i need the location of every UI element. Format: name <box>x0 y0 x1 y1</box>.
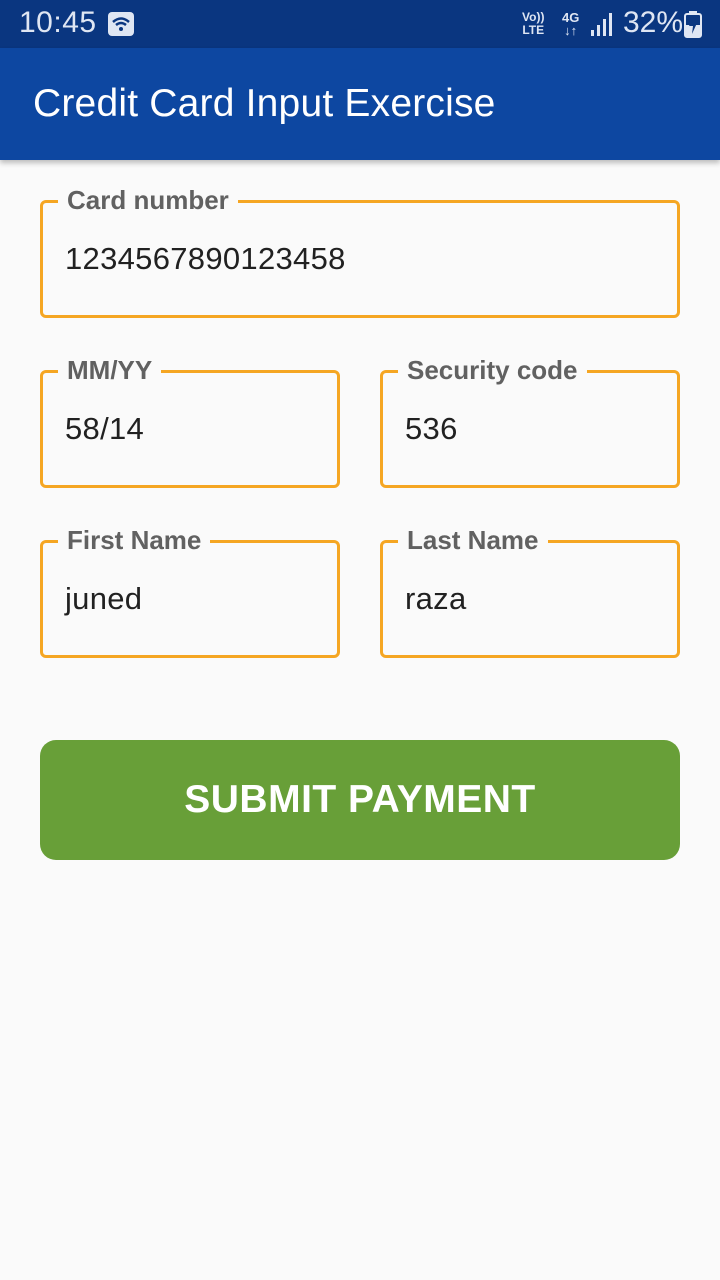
battery-charging-icon <box>684 11 702 38</box>
last-name-input[interactable]: raza <box>405 581 467 617</box>
network-4g-icon: 4G ↓↑ <box>562 11 579 37</box>
expiry-field[interactable]: MM/YY 58/14 <box>40 353 340 488</box>
security-code-field[interactable]: Security code 536 <box>380 353 680 488</box>
page-title: Credit Card Input Exercise <box>33 82 496 125</box>
first-name-label: First Name <box>58 523 211 557</box>
volte-bottom-text: LTE <box>522 23 545 37</box>
first-name-input[interactable]: juned <box>65 581 142 617</box>
network-arrows-text: ↓↑ <box>564 23 578 38</box>
card-number-field[interactable]: Card number 1234567890123458 <box>40 183 680 318</box>
first-name-field[interactable]: First Name juned <box>40 523 340 658</box>
expiry-label: MM/YY <box>58 353 162 387</box>
card-number-label: Card number <box>58 183 238 217</box>
app-bar: Credit Card Input Exercise <box>0 48 720 160</box>
security-code-input[interactable]: 536 <box>405 411 458 447</box>
signal-icon <box>591 13 612 36</box>
status-bar: 10:45 Vo)) LTE 4G ↓↑ 32% <box>0 0 720 48</box>
security-code-label: Security code <box>398 353 587 387</box>
submit-payment-button[interactable]: SUBMIT PAYMENT <box>40 740 680 860</box>
volte-icon: Vo)) LTE <box>522 11 544 37</box>
last-name-field[interactable]: Last Name raza <box>380 523 680 658</box>
wifi-icon <box>108 12 134 36</box>
expiry-input[interactable]: 58/14 <box>65 411 144 447</box>
battery-percent: 32% <box>623 6 684 39</box>
last-name-label: Last Name <box>398 523 548 557</box>
card-number-input[interactable]: 1234567890123458 <box>65 241 346 277</box>
status-time: 10:45 <box>19 6 97 39</box>
